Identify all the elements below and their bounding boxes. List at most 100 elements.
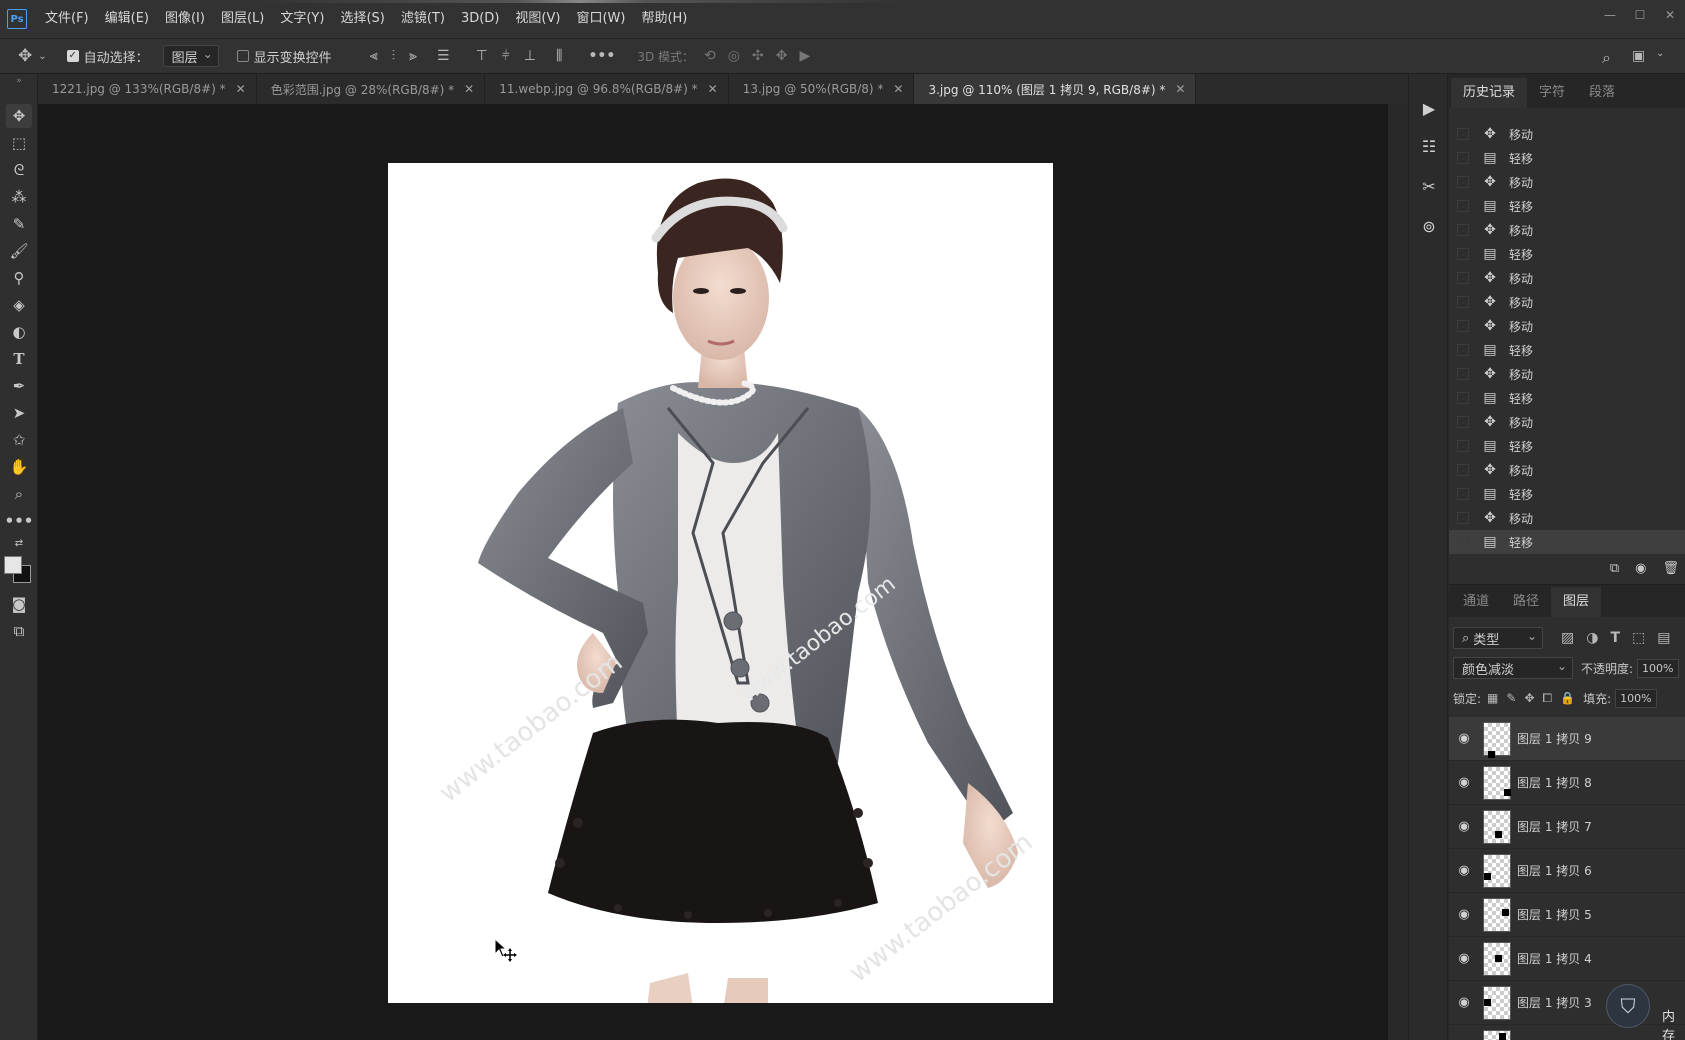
screen-mode-icon[interactable]: ⧉	[6, 619, 32, 643]
history-state[interactable]: ✥ 移动	[1449, 410, 1685, 434]
menu-help[interactable]: 帮助(H)	[633, 0, 695, 38]
type-tool-icon[interactable]: T	[6, 347, 32, 371]
align-top-icon[interactable]: ⊤	[476, 48, 488, 64]
lock-transparent-icon[interactable]: ▦	[1487, 691, 1498, 705]
menu-view[interactable]: 视图(V)	[507, 0, 568, 38]
align-left-icon[interactable]: ⫷	[370, 48, 378, 64]
tab-3-active[interactable]: 3.jpg @ 110% (图层 1 拷贝 9, RGB/8#) * ✕	[914, 74, 1197, 104]
distribute-horizontal-icon[interactable]: ⫼	[556, 48, 562, 64]
tab-layers[interactable]: 图层	[1551, 587, 1602, 617]
properties-icon[interactable]: ☷	[1413, 130, 1445, 162]
tab-11-webp[interactable]: 11.webp.jpg @ 96.8%(RGB/8#) * ✕	[485, 74, 729, 104]
workspace-icon[interactable]: ▣	[1632, 48, 1645, 64]
align-vcenter-icon[interactable]: ⫩	[502, 48, 510, 64]
filter-pixel-icon[interactable]: ▨	[1561, 630, 1574, 646]
align-hcenter-icon[interactable]: ⫶	[392, 48, 396, 64]
filter-type-icon[interactable]: T	[1610, 630, 1620, 646]
history-source-checkbox[interactable]	[1457, 344, 1469, 356]
auto-select-target-dropdown[interactable]: 图层	[162, 45, 219, 67]
close-tab-icon[interactable]: ✕	[464, 82, 474, 96]
show-transform-checkbox[interactable]	[236, 50, 249, 62]
minimize-icon[interactable]: —	[1595, 8, 1625, 22]
menu-type[interactable]: 文字(Y)	[272, 0, 332, 38]
history-state[interactable]: ▤ 轻移	[1449, 146, 1685, 170]
move-tool-icon[interactable]: ✥	[18, 46, 32, 66]
history-state[interactable]: ✥ 移动	[1449, 458, 1685, 482]
history-source-checkbox[interactable]	[1457, 416, 1469, 428]
close-tab-icon[interactable]: ✕	[236, 82, 246, 96]
eyedropper-tool-icon[interactable]: ✎	[6, 212, 32, 236]
brush-tool-icon[interactable]: 🖌	[6, 239, 32, 263]
layer-row[interactable]: ◉ 图层 1 拷贝 4	[1449, 937, 1685, 981]
history-state[interactable]: ▤ 轻移	[1449, 530, 1685, 554]
tab-paths[interactable]: 路径	[1501, 587, 1551, 617]
distribute-vertical-icon[interactable]: ☰	[437, 48, 450, 64]
more-tools-icon[interactable]: •••	[5, 509, 34, 533]
search-icon[interactable]: ⌕	[1602, 48, 1611, 68]
history-source-checkbox[interactable]	[1457, 176, 1469, 188]
path-selection-tool-icon[interactable]: ➤	[6, 401, 32, 425]
layer-name[interactable]: 图层 1 拷贝 3	[1517, 994, 1592, 1011]
menu-layer[interactable]: 图层(L)	[213, 0, 272, 38]
fill-input[interactable]: 100%	[1615, 688, 1657, 708]
lock-all-icon[interactable]: 🔒	[1560, 691, 1575, 705]
opacity-input[interactable]: 100%	[1637, 658, 1679, 678]
tab-1221[interactable]: 1221.jpg @ 133%(RGB/8#) * ✕	[38, 74, 257, 104]
layer-row[interactable]: ◉ 图层 1 拷贝 5	[1449, 893, 1685, 937]
visibility-eye-icon[interactable]: ◉	[1449, 775, 1479, 790]
history-source-checkbox[interactable]	[1457, 368, 1469, 380]
history-state[interactable]: ▤ 轻移	[1449, 338, 1685, 362]
history-state[interactable]: ▤ 轻移	[1449, 482, 1685, 506]
history-state[interactable]: ✥ 移动	[1449, 314, 1685, 338]
maximize-icon[interactable]: ☐	[1625, 8, 1655, 22]
history-state[interactable]: ✥ 移动	[1449, 362, 1685, 386]
menu-image[interactable]: 图像(I)	[157, 0, 213, 38]
close-tab-icon[interactable]: ✕	[708, 82, 718, 96]
paint-bucket-tool-icon[interactable]: ◐	[6, 320, 32, 344]
play-action-icon[interactable]: ▶	[1413, 92, 1445, 124]
layer-row[interactable]: ◉ 图层 1 拷贝 7	[1449, 805, 1685, 849]
history-state[interactable]: ✥ 移动	[1449, 218, 1685, 242]
layer-row[interactable]: ◉图层 1 拷贝	[1449, 1025, 1685, 1040]
visibility-eye-icon[interactable]: ◉	[1449, 995, 1479, 1010]
tab-history[interactable]: 历史记录	[1451, 78, 1528, 108]
layer-row[interactable]: ◉ 图层 1 拷贝 8	[1449, 761, 1685, 805]
layer-row[interactable]: ◉ 图层 1 拷贝 6	[1449, 849, 1685, 893]
align-right-icon[interactable]: ⫸	[409, 48, 417, 64]
layer-name[interactable]: 图层 1 拷贝 7	[1517, 818, 1592, 835]
history-source-checkbox[interactable]	[1457, 440, 1469, 452]
3d-slide-icon[interactable]: ✥	[776, 48, 788, 64]
tab-paragraph[interactable]: 段落	[1577, 78, 1627, 108]
history-source-checkbox[interactable]	[1457, 296, 1469, 308]
layer-name[interactable]: 图层 1 拷贝 4	[1517, 950, 1592, 967]
3d-orbit-icon[interactable]: ⟲	[704, 48, 716, 64]
show-transform-option[interactable]: 显示变换控件	[236, 47, 332, 66]
layer-name[interactable]: 图层 1 拷贝 5	[1517, 906, 1592, 923]
tab-13[interactable]: 13.jpg @ 50%(RGB/8) * ✕	[729, 74, 915, 104]
align-bottom-icon[interactable]: ⊥	[524, 48, 536, 64]
menu-edit[interactable]: 编辑(E)	[97, 0, 157, 38]
lasso-tool-icon[interactable]: ᘓ	[6, 158, 32, 182]
visibility-eye-icon[interactable]: ◉	[1449, 907, 1479, 922]
history-state[interactable]: ▤ 轻移	[1449, 434, 1685, 458]
chevron-down-icon[interactable]: ⌄	[38, 51, 46, 62]
marquee-tool-icon[interactable]: ⬚	[6, 131, 32, 155]
history-state[interactable]: ▤ 轻移	[1449, 194, 1685, 218]
history-state[interactable]: ✥ 移动	[1449, 170, 1685, 194]
history-source-checkbox[interactable]	[1457, 392, 1469, 404]
lock-pixels-icon[interactable]: ✎	[1506, 691, 1516, 705]
tab-channels[interactable]: 通道	[1451, 587, 1501, 617]
move-tool-icon[interactable]: ✥	[6, 104, 32, 128]
layer-name[interactable]: 图层 1 拷贝 6	[1517, 862, 1592, 879]
foreground-color-swatch[interactable]	[4, 556, 22, 574]
history-state[interactable]: ▤ 轻移	[1449, 242, 1685, 266]
3d-pan-icon[interactable]: ✣	[752, 48, 764, 64]
tab-color-range[interactable]: 色彩范围.jpg @ 28%(RGB/8#) * ✕	[257, 74, 486, 104]
delete-state-icon[interactable]: 🗑	[1662, 561, 1679, 576]
close-tab-icon[interactable]: ✕	[893, 82, 903, 96]
visibility-eye-icon[interactable]: ◉	[1449, 731, 1479, 746]
history-source-checkbox[interactable]	[1457, 128, 1469, 140]
auto-select-checkbox[interactable]	[66, 50, 79, 62]
menu-3d[interactable]: 3D(D)	[453, 0, 507, 38]
blend-mode-dropdown[interactable]: 颜色减淡	[1453, 657, 1573, 679]
